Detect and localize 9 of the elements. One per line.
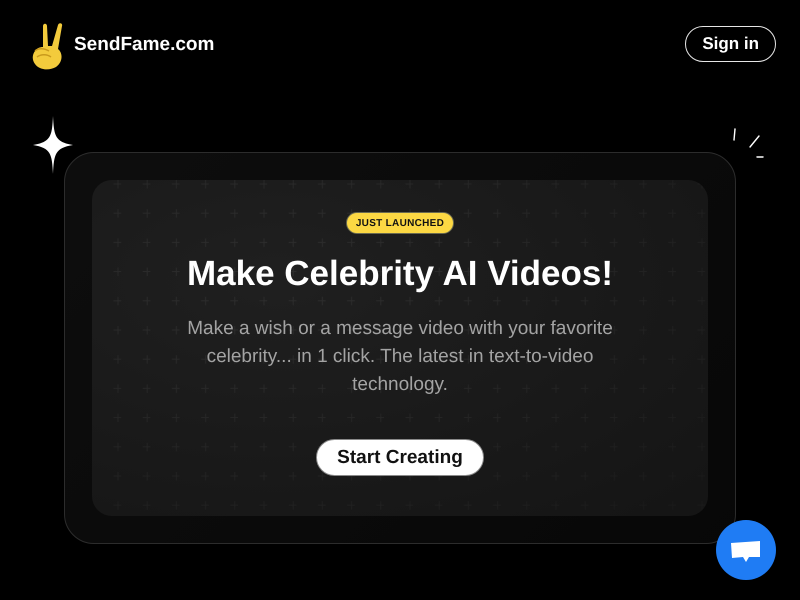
peace-hand-icon (31, 22, 65, 70)
start-creating-button[interactable]: Start Creating (316, 439, 484, 476)
just-launched-badge: JUST LAUNCHED (346, 212, 454, 234)
speech-bubble-icon (731, 539, 761, 563)
spark-lines-icon (733, 128, 765, 158)
sign-in-button[interactable]: Sign in (685, 26, 776, 62)
logo-text[interactable]: SendFame.com (74, 34, 214, 56)
hero-description: Make a wish or a message video with your favorite celebrity... in 1 click. The latest in text-to-video technology. (186, 317, 614, 397)
hero-title: Make Celebrity AI Videos! (187, 253, 613, 295)
